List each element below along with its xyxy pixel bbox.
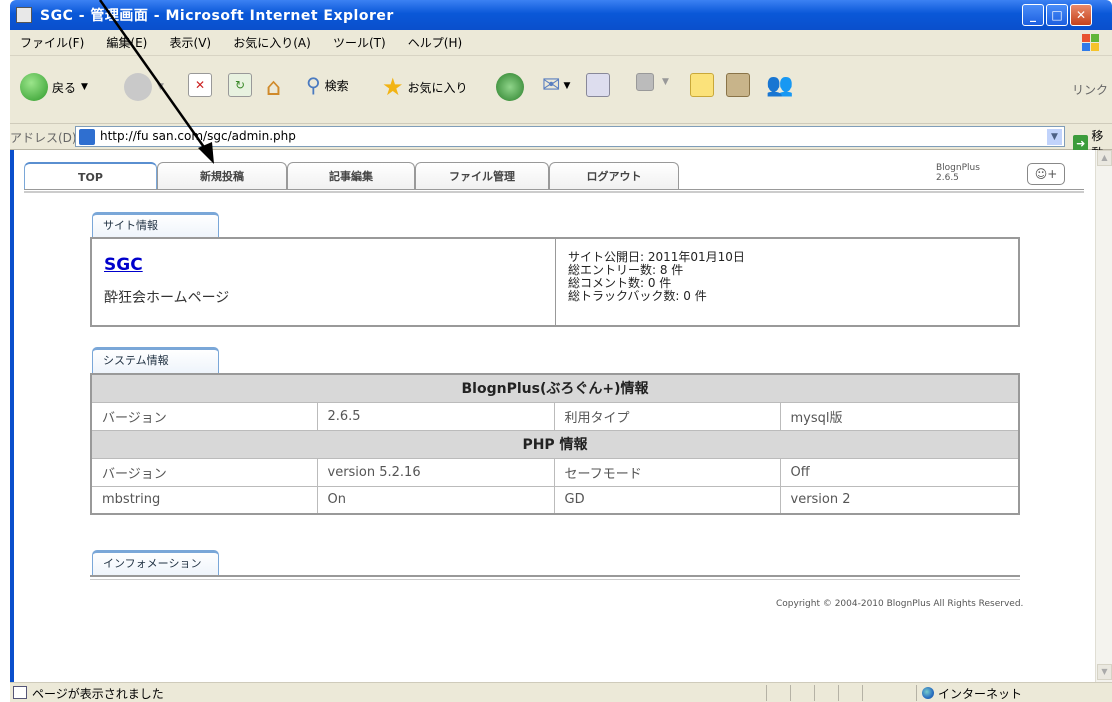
tab-top[interactable]: TOP <box>24 162 157 190</box>
window-title: SGC - 管理画面 - Microsoft Internet Explorer <box>40 8 394 24</box>
information-divider <box>90 575 1020 580</box>
app-version-info: BlognPlus 2.6.5 <box>936 163 980 183</box>
menu-file[interactable]: ファイル(F) <box>20 30 84 56</box>
table-row: バージョン version 5.2.16 セーフモード Off <box>90 457 1020 487</box>
page-content: TOP 新規投稿 記事編集 ファイル管理 ログアウト BlognPlus 2.6… <box>14 150 1095 682</box>
tab-edit-post[interactable]: 記事編集 <box>287 162 415 190</box>
research-icon <box>726 73 750 97</box>
menu-tools[interactable]: ツール(T) <box>333 30 386 56</box>
windows-logo-icon <box>1082 34 1100 52</box>
window-frame-left <box>10 150 14 682</box>
menu-view[interactable]: 表示(V) <box>170 30 212 56</box>
history-icon <box>496 73 524 101</box>
table-row: mbstring On GD version 2 <box>90 485 1020 515</box>
chevron-down-icon: ▼ <box>662 77 669 87</box>
blogn-info-header: BlognPlus(ぶろぐん+)情報 <box>90 373 1020 403</box>
copyright-text: Copyright © 2004-2010 BlognPlus All Righ… <box>776 599 1024 609</box>
site-info-tab: サイト情報 <box>92 212 219 238</box>
page-loaded-icon <box>13 686 27 699</box>
toolbar: 戻る ▼ ▼ ✕ ↻ ⌂ ⚲ 検索 ★ お気に入り ✉ ▼ ▼ 👥 リンク <box>10 56 1112 124</box>
system-info-tab: システム情報 <box>92 347 219 373</box>
system-info-table: BlognPlus(ぶろぐん+)情報 バージョン 2.6.5 利用タイプ mys… <box>90 373 1020 515</box>
favorites-button[interactable]: ★ お気に入り <box>382 73 468 101</box>
tab-new-post[interactable]: 新規投稿 <box>157 162 287 190</box>
zone-label: インターネット <box>938 687 1023 701</box>
tab-logout[interactable]: ログアウト <box>549 162 679 190</box>
vertical-scrollbar[interactable]: ▲ ▼ <box>1095 150 1112 682</box>
refresh-icon: ↻ <box>228 73 252 97</box>
table-row: バージョン 2.6.5 利用タイプ mysql版 <box>90 401 1020 431</box>
address-label: アドレス(D) <box>10 131 77 145</box>
internet-zone-icon <box>922 687 934 699</box>
tab-divider <box>24 189 1084 193</box>
note-icon <box>690 73 714 97</box>
chevron-down-icon: ▼ <box>563 80 571 91</box>
forward-button[interactable]: ▼ <box>124 73 164 101</box>
information-tab: インフォメーション <box>92 550 219 576</box>
stop-button[interactable]: ✕ <box>188 73 212 97</box>
ie-page-icon <box>16 7 32 23</box>
stop-icon: ✕ <box>188 73 212 97</box>
address-url[interactable]: http://fu san.com/sgc/admin.php <box>100 129 296 143</box>
forward-arrow-icon <box>124 73 152 101</box>
site-description: 酔狂会ホームページ <box>104 290 230 306</box>
site-stats: サイト公開日: 2011年01月10日 総エントリー数: 8 件 総コメント数:… <box>568 250 745 303</box>
edit-button[interactable]: ▼ <box>636 73 669 91</box>
status-text: ページが表示されました <box>32 687 164 701</box>
home-button[interactable]: ⌂ <box>266 73 281 101</box>
chevron-down-icon: ▼ <box>81 82 88 92</box>
star-icon: ★ <box>382 73 404 101</box>
menu-edit[interactable]: 編集(E) <box>106 30 147 56</box>
research-button[interactable] <box>726 73 750 97</box>
printer-icon <box>586 73 610 97</box>
address-bar: アドレス(D) http://fu san.com/sgc/admin.php … <box>10 124 1112 160</box>
scroll-up-icon[interactable]: ▲ <box>1097 150 1112 166</box>
links-label[interactable]: リンク <box>1072 81 1108 98</box>
menu-help[interactable]: ヘルプ(H) <box>408 30 462 56</box>
discuss-button[interactable] <box>690 73 714 97</box>
refresh-button[interactable]: ↻ <box>228 73 252 97</box>
chevron-down-icon[interactable]: ▼ <box>1047 129 1062 145</box>
menu-bar: ファイル(F) 編集(E) 表示(V) お気に入り(A) ツール(T) ヘルプ(… <box>10 30 1112 56</box>
back-arrow-icon <box>20 73 48 101</box>
php-info-header: PHP 情報 <box>90 429 1020 459</box>
address-input[interactable]: http://fu san.com/sgc/admin.php ▼ <box>75 126 1065 147</box>
tab-file-manager[interactable]: ファイル管理 <box>415 162 549 190</box>
chevron-down-icon: ▼ <box>157 82 164 92</box>
ie-page-icon <box>79 129 95 145</box>
close-button[interactable]: ✕ <box>1070 4 1092 26</box>
print-button[interactable] <box>586 73 610 97</box>
search-button[interactable]: ⚲ 検索 <box>306 73 349 97</box>
table-row: BlognPlus(ぶろぐん+)情報 <box>90 373 1020 403</box>
home-icon: ⌂ <box>266 73 282 101</box>
history-button[interactable] <box>496 73 524 101</box>
scroll-down-icon[interactable]: ▼ <box>1097 664 1112 680</box>
site-name-link[interactable]: SGC <box>104 255 143 275</box>
smiley-button[interactable]: ☺+ <box>1027 163 1065 185</box>
table-row: PHP 情報 <box>90 429 1020 459</box>
messenger-button[interactable]: 👥 <box>766 73 793 98</box>
mail-button[interactable]: ✉ ▼ <box>542 73 570 98</box>
back-button[interactable]: 戻る ▼ <box>20 73 88 101</box>
menu-favorites[interactable]: お気に入り(A) <box>233 30 311 56</box>
site-info-box: SGC 酔狂会ホームページ サイト公開日: 2011年01月10日 総エントリー… <box>90 237 1020 327</box>
mail-icon: ✉ <box>542 73 561 98</box>
search-icon: ⚲ <box>306 73 321 97</box>
minimize-button[interactable]: _ <box>1022 4 1044 26</box>
edit-icon <box>636 73 654 91</box>
messenger-icon: 👥 <box>766 73 794 98</box>
maximize-button[interactable]: □ <box>1046 4 1068 26</box>
status-bar: ページが表示されました インターネット <box>10 682 1112 702</box>
title-bar[interactable]: SGC - 管理画面 - Microsoft Internet Explorer… <box>10 0 1112 30</box>
